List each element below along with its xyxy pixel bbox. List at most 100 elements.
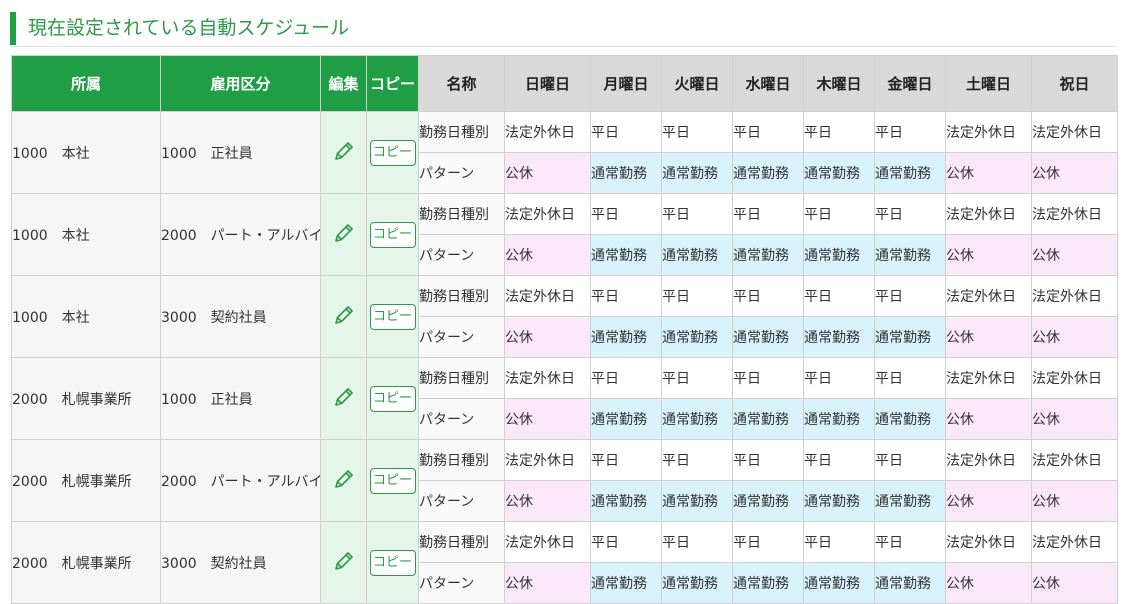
kind-cell-tuesday: 平日 <box>661 357 733 399</box>
kind-cell-wednesday: 平日 <box>732 275 804 317</box>
copy-cell: コピー <box>366 111 419 194</box>
row-label-kind: 勤務日種別 <box>418 521 505 563</box>
kind-cell-sunday: 法定外休日 <box>504 275 591 317</box>
table-row: 2000 札幌事業所 2000 パート・アルバイト コピー 勤務日種別 法定外休日 平日平… <box>11 439 1118 522</box>
table-row: 2000 札幌事業所 3000 契約社員 コピー 勤務日種別 法定外休日 平日 平日 平日 平日… <box>11 521 1118 604</box>
pattern-cell-holiday: 公休 <box>1031 480 1118 522</box>
edit-cell <box>320 275 367 358</box>
row-label-pattern: パターン <box>418 398 505 440</box>
pattern-cell-tuesday: 通常勤務 <box>661 398 733 440</box>
header-dept: 所属 <box>11 55 161 112</box>
pattern-cell-wednesday: 通常勤務 <box>732 398 804 440</box>
kind-cell-holiday: 法定外休日 <box>1031 357 1118 399</box>
row-label-kind: 勤務日種別 <box>418 111 505 153</box>
employment-cell: 2000 パート・アルバイト <box>160 193 321 276</box>
table-row: 1000 本社 3000 契約社員 コピー 勤務日種別 法定外休日 平日 平日 平日 平日 平日法… <box>11 275 1118 358</box>
kind-cell-wednesday: 平日 <box>732 439 804 481</box>
pattern-cell-saturday: 公休 <box>945 316 1032 358</box>
pattern-cell-holiday: 公休 <box>1031 562 1118 604</box>
kind-cell-sunday: 法定外休日 <box>504 439 591 481</box>
row-label-pattern: パターン <box>418 234 505 276</box>
header-edit: 編集 <box>320 55 367 112</box>
kind-cell-wednesday: 平日 <box>732 193 804 235</box>
pencil-icon[interactable] <box>331 221 357 247</box>
kind-cell-tuesday: 平日 <box>661 111 733 153</box>
header-thursday: 木曜日 <box>803 55 875 112</box>
pattern-cell-thursday: 通常勤務 <box>803 316 875 358</box>
kind-cell-sunday: 法定外休日 <box>504 111 591 153</box>
kind-cell-thursday: 平日 <box>803 521 875 563</box>
kind-cell-friday: 平日 <box>874 193 946 235</box>
row-label-kind: 勤務日種別 <box>418 275 505 317</box>
pattern-cell-friday: 通常勤務 <box>874 398 946 440</box>
kind-cell-monday: 平日 <box>590 111 662 153</box>
employment-cell: 2000 パート・アルバイト <box>160 439 321 522</box>
header-sunday: 日曜日 <box>504 55 591 112</box>
pattern-cell-sunday: 公休 <box>504 562 591 604</box>
employment-cell: 3000 契約社員 <box>160 275 321 358</box>
pencil-icon[interactable] <box>331 303 357 329</box>
pattern-cell-friday: 通常勤務 <box>874 562 946 604</box>
copy-button[interactable]: コピー <box>369 221 416 248</box>
kind-cell-holiday: 法定外休日 <box>1031 111 1118 153</box>
copy-button[interactable]: コピー <box>369 385 416 412</box>
pattern-cell-monday: 通常勤務 <box>590 234 662 276</box>
pattern-cell-holiday: 公休 <box>1031 234 1118 276</box>
pencil-icon[interactable] <box>331 139 357 165</box>
pattern-cell-thursday: 通常勤務 <box>803 234 875 276</box>
kind-cell-thursday: 平日 <box>803 357 875 399</box>
copy-cell: コピー <box>366 521 419 604</box>
pattern-cell-tuesday: 通常勤務 <box>661 316 733 358</box>
pattern-cell-wednesday: 通常勤務 <box>732 152 804 194</box>
header-saturday: 土曜日 <box>945 55 1032 112</box>
kind-cell-friday: 平日 <box>874 439 946 481</box>
pattern-cell-holiday: 公休 <box>1031 398 1118 440</box>
row-label-kind: 勤務日種別 <box>418 357 505 399</box>
kind-cell-friday: 平日 <box>874 275 946 317</box>
kind-cell-thursday: 平日 <box>803 111 875 153</box>
kind-cell-friday: 平日 <box>874 521 946 563</box>
dept-cell: 1000 本社 <box>11 193 161 276</box>
pattern-cell-saturday: 公休 <box>945 234 1032 276</box>
pattern-cell-monday: 通常勤務 <box>590 398 662 440</box>
kind-cell-holiday: 法定外休日 <box>1031 439 1118 481</box>
edit-cell <box>320 357 367 440</box>
schedule-table: 所属 雇用区分 編集 コピー 名称 日曜日 月曜日 火曜日 水曜日 木曜日 金曜… <box>11 55 1118 604</box>
edit-cell <box>320 439 367 522</box>
copy-button[interactable]: コピー <box>369 549 416 576</box>
dept-cell: 2000 札幌事業所 <box>11 357 161 440</box>
table-row: 1000 本社 2000 パート・アルバイト コピー 勤務日種別 法定外休日 平日 平日 平日… <box>11 193 1118 276</box>
copy-button[interactable]: コピー <box>369 139 416 166</box>
kind-cell-tuesday: 平日 <box>661 521 733 563</box>
pattern-cell-saturday: 公休 <box>945 152 1032 194</box>
row-label-pattern: パターン <box>418 316 505 358</box>
pattern-cell-sunday: 公休 <box>504 480 591 522</box>
header-monday: 月曜日 <box>590 55 662 112</box>
table-row: 2000 札幌事業所 1000 正社員 コピー 勤務日種別 法定外休日 平日 平日 平日 平日平… <box>11 357 1118 440</box>
header-copy: コピー <box>366 55 419 112</box>
pattern-cell-holiday: 公休 <box>1031 316 1118 358</box>
pattern-cell-friday: 通常勤務 <box>874 316 946 358</box>
pencil-icon[interactable] <box>331 549 357 575</box>
pattern-cell-sunday: 公休 <box>504 234 591 276</box>
header-employment: 雇用区分 <box>160 55 321 112</box>
pattern-cell-saturday: 公休 <box>945 398 1032 440</box>
kind-cell-thursday: 平日 <box>803 439 875 481</box>
kind-cell-friday: 平日 <box>874 357 946 399</box>
header-tuesday: 火曜日 <box>661 55 733 112</box>
pattern-cell-tuesday: 通常勤務 <box>661 234 733 276</box>
pattern-cell-tuesday: 通常勤務 <box>661 152 733 194</box>
kind-cell-sunday: 法定外休日 <box>504 357 591 399</box>
pattern-cell-saturday: 公休 <box>945 480 1032 522</box>
copy-button[interactable]: コピー <box>369 467 416 494</box>
kind-cell-saturday: 法定外休日 <box>945 275 1032 317</box>
pattern-cell-thursday: 通常勤務 <box>803 562 875 604</box>
pencil-icon[interactable] <box>331 467 357 493</box>
copy-button[interactable]: コピー <box>369 303 416 330</box>
pencil-icon[interactable] <box>331 385 357 411</box>
kind-cell-wednesday: 平日 <box>732 111 804 153</box>
pattern-cell-monday: 通常勤務 <box>590 152 662 194</box>
row-label-kind: 勤務日種別 <box>418 193 505 235</box>
pattern-cell-tuesday: 通常勤務 <box>661 480 733 522</box>
copy-cell: コピー <box>366 275 419 358</box>
